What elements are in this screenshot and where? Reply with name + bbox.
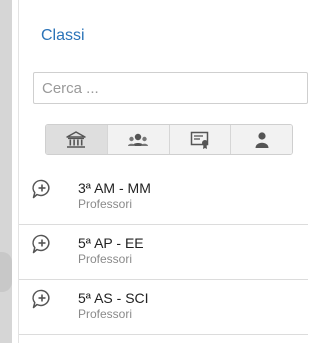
search-input[interactable] [42,73,307,103]
tab-groups[interactable] [107,125,170,154]
search-box [33,72,308,104]
user-icon [255,131,269,148]
chat-add-icon[interactable] [31,288,53,310]
class-subtitle: Professori [78,252,133,266]
chat-add-icon[interactable] [31,233,53,255]
panel-header: Classi [19,0,307,72]
tab-certificates[interactable] [169,125,232,154]
chat-add-icon[interactable] [31,178,53,200]
classes-panel: Classi Cerca ... 3ª AM - MM Professori 5… [18,0,308,343]
class-name: 5ª AS - SCI [78,290,149,306]
list-item[interactable]: 3ª AM - MM Professori [19,170,308,225]
filter-tabs [45,124,293,155]
tab-users[interactable] [231,125,292,154]
panel-title: Classi [41,27,85,44]
list-item[interactable]: 5ª AP - EE Professori [19,225,308,280]
class-subtitle: Professori [78,307,133,321]
class-list: 3ª AM - MM Professori 5ª AP - EE Profess… [19,170,308,335]
collapse-handle[interactable] [0,252,12,292]
class-name: 3ª AM - MM [78,180,151,196]
class-name: 5ª AP - EE [78,235,144,251]
institution-icon [66,130,87,148]
class-subtitle: Professori [78,197,133,211]
list-item[interactable]: 5ª AS - SCI Professori [19,280,308,335]
tab-classes[interactable] [46,125,108,154]
group-icon [128,133,149,146]
left-rail [0,0,12,343]
certificate-icon [190,131,209,149]
